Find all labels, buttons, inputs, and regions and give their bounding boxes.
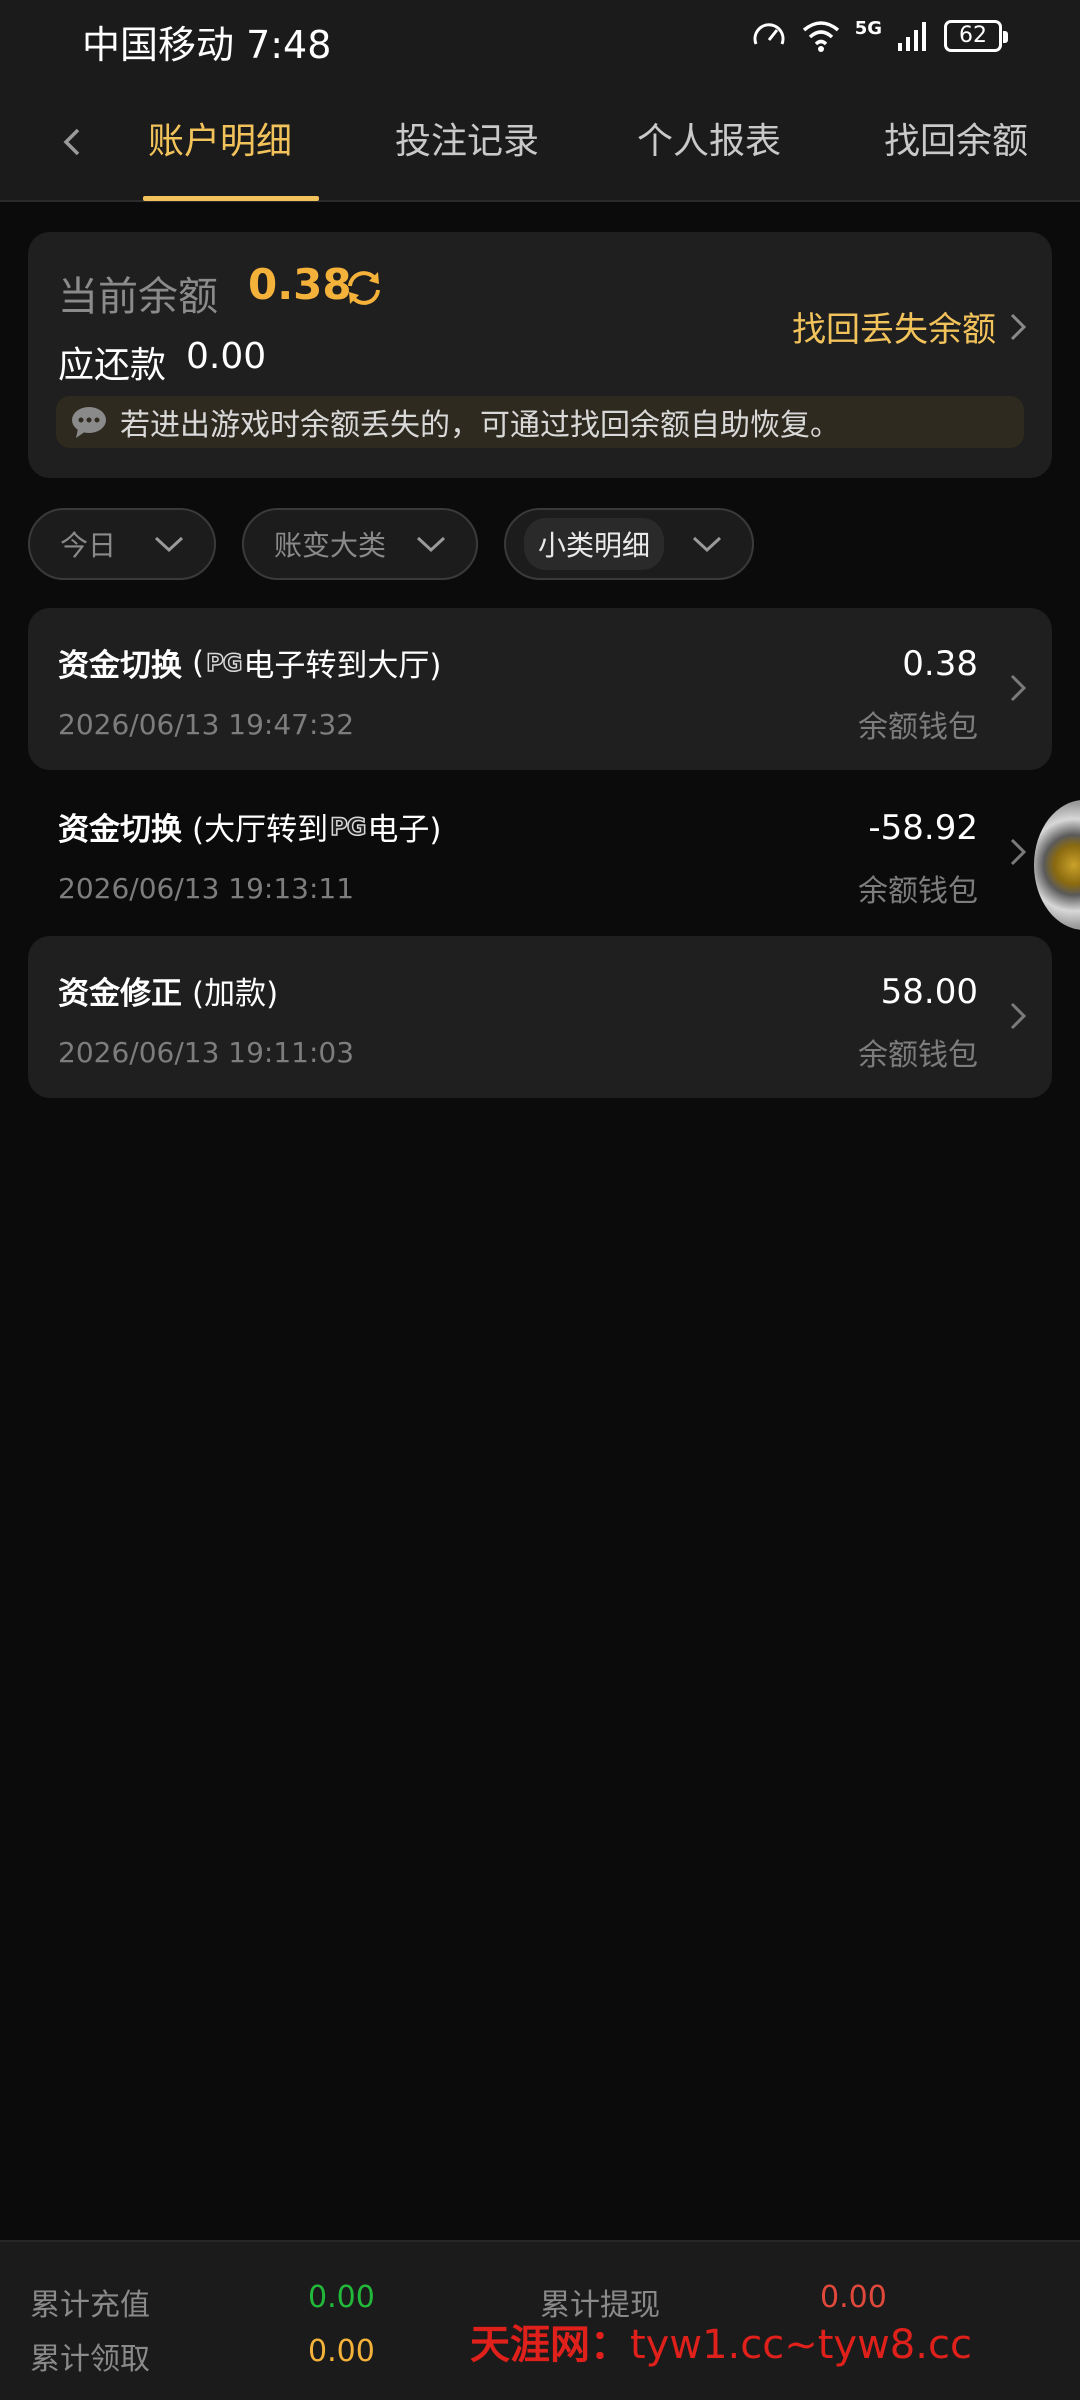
watermark: 天涯网：tyw1.cc~tyw8.cc	[470, 2312, 972, 2370]
watermark-brand: 天涯网：	[470, 2321, 630, 2368]
filter-subcategory-label: 小类明细	[524, 518, 665, 570]
transaction-wallet: 余额钱包	[858, 710, 978, 745]
chevron-down-icon	[154, 536, 184, 553]
battery-icon: 62	[944, 20, 1008, 52]
transaction-type: 资金切换	[58, 648, 182, 684]
watermark-url: tyw1.cc~tyw8.cc	[630, 2322, 972, 2368]
amount-due-label: 应还款	[58, 345, 167, 386]
tab-personal-report[interactable]: 个人报表	[637, 112, 781, 164]
transaction-detail-pre: (大厅转到	[192, 812, 329, 848]
recover-lost-balance-link[interactable]: 找回丢失余额	[792, 302, 1028, 351]
transaction-wallet: 余额钱包	[858, 1038, 978, 1073]
battery-level: 62	[959, 23, 987, 48]
transaction-row[interactable]: 资金切换 (大厅转到 PG 电子) 2026/06/13 19:13:11 -5…	[28, 772, 1052, 934]
recover-link-label: 找回丢失余额	[792, 310, 996, 350]
notice-banner: 若进出游戏时余额丢失的，可通过找回余额自助恢复。	[56, 396, 1024, 448]
message-icon	[72, 407, 106, 438]
status-bar: 中国移动 7:48 5G 62	[0, 0, 1080, 76]
amount-due-value: 0.00	[186, 336, 267, 377]
transaction-amount: 58.00	[880, 972, 978, 1012]
total-recharge-label: 累计充值	[30, 2288, 150, 2323]
transaction-time: 2026/06/13 19:11:03	[58, 1036, 355, 1069]
speed-icon	[753, 23, 785, 45]
top-tab-bar: 账户明细 投注记录 个人报表 找回余额	[0, 76, 1080, 202]
network-type: 5G	[854, 18, 882, 39]
total-withdraw-value: 0.00	[820, 2280, 887, 2315]
transaction-title: 资金修正 (加款)	[58, 968, 278, 1013]
total-recharge-value: 0.00	[308, 2280, 375, 2315]
filter-date[interactable]: 今日	[28, 508, 216, 580]
pg-logo: PG	[205, 648, 243, 678]
chevron-down-icon	[416, 536, 446, 553]
transaction-time: 2026/06/13 19:47:32	[58, 708, 355, 741]
back-button[interactable]	[40, 110, 104, 174]
notice-text: 若进出游戏时余额丢失的，可通过找回余额自助恢复。	[120, 408, 840, 443]
current-balance-label: 当前余额	[58, 274, 218, 320]
chevron-right-icon	[1010, 1002, 1027, 1030]
current-balance-value: 0.38	[248, 260, 352, 309]
transaction-detail-post: 电子)	[367, 812, 442, 848]
chevron-right-icon	[1010, 674, 1027, 702]
active-tab-indicator	[143, 196, 319, 201]
transaction-detail-pre: (加款)	[192, 976, 279, 1012]
balance-card: 当前余额 0.38 应还款 0.00 找回丢失余额 若进出游戏时余额丢失的，可通…	[28, 232, 1052, 478]
carrier-time: 中国移动 7:48	[82, 23, 332, 67]
transaction-title: 资金切换 (大厅转到 PG 电子)	[58, 804, 442, 849]
transaction-detail-post: 电子转到大厅)	[243, 648, 442, 684]
tab-recover-balance[interactable]: 找回余额	[884, 112, 1028, 164]
pg-logo: PG	[329, 812, 367, 842]
chevron-right-icon	[1010, 313, 1027, 340]
refresh-icon[interactable]	[342, 266, 386, 310]
transaction-detail-pre: (	[192, 644, 205, 681]
transaction-title: 资金切换 ( PG 电子转到大厅)	[58, 640, 442, 685]
transaction-type: 资金切换	[58, 812, 182, 848]
filter-category-label: 账变大类	[274, 529, 387, 562]
transaction-time: 2026/06/13 19:13:11	[58, 872, 355, 905]
tab-bet-records[interactable]: 投注记录	[395, 112, 539, 164]
transaction-row[interactable]: 资金切换 ( PG 电子转到大厅) 2026/06/13 19:47:32 0.…	[28, 608, 1052, 770]
account-details-page: 中国移动 7:48 5G 62 账户明细 投注记录 个人报表 找回余额 当前余额…	[0, 0, 1080, 2400]
transaction-row[interactable]: 资金修正 (加款) 2026/06/13 19:11:03 58.00 余额钱包	[28, 936, 1052, 1098]
status-icons: 5G 62	[751, 16, 1008, 56]
chevron-down-icon	[692, 536, 722, 553]
filter-category[interactable]: 账变大类	[242, 508, 478, 580]
tab-account-details[interactable]: 账户明细	[148, 112, 292, 164]
total-claim-value: 0.00	[308, 2334, 375, 2369]
transaction-wallet: 余额钱包	[858, 874, 978, 909]
filter-subcategory[interactable]: 小类明细	[504, 508, 754, 580]
transaction-amount: 0.38	[902, 644, 978, 684]
total-claim-label: 累计领取	[30, 2342, 150, 2377]
chevron-right-icon	[1010, 838, 1027, 866]
filter-date-label: 今日	[60, 529, 117, 562]
wifi-icon	[802, 21, 839, 52]
summary-bar: 累计充值 0.00 累计提现 0.00 累计领取 0.00 天涯网：tyw1.c…	[0, 2240, 1080, 2400]
signal-icon	[898, 22, 926, 51]
transaction-type: 资金修正	[58, 976, 182, 1012]
transaction-amount: -58.92	[868, 808, 978, 848]
chevron-left-icon	[63, 128, 80, 156]
